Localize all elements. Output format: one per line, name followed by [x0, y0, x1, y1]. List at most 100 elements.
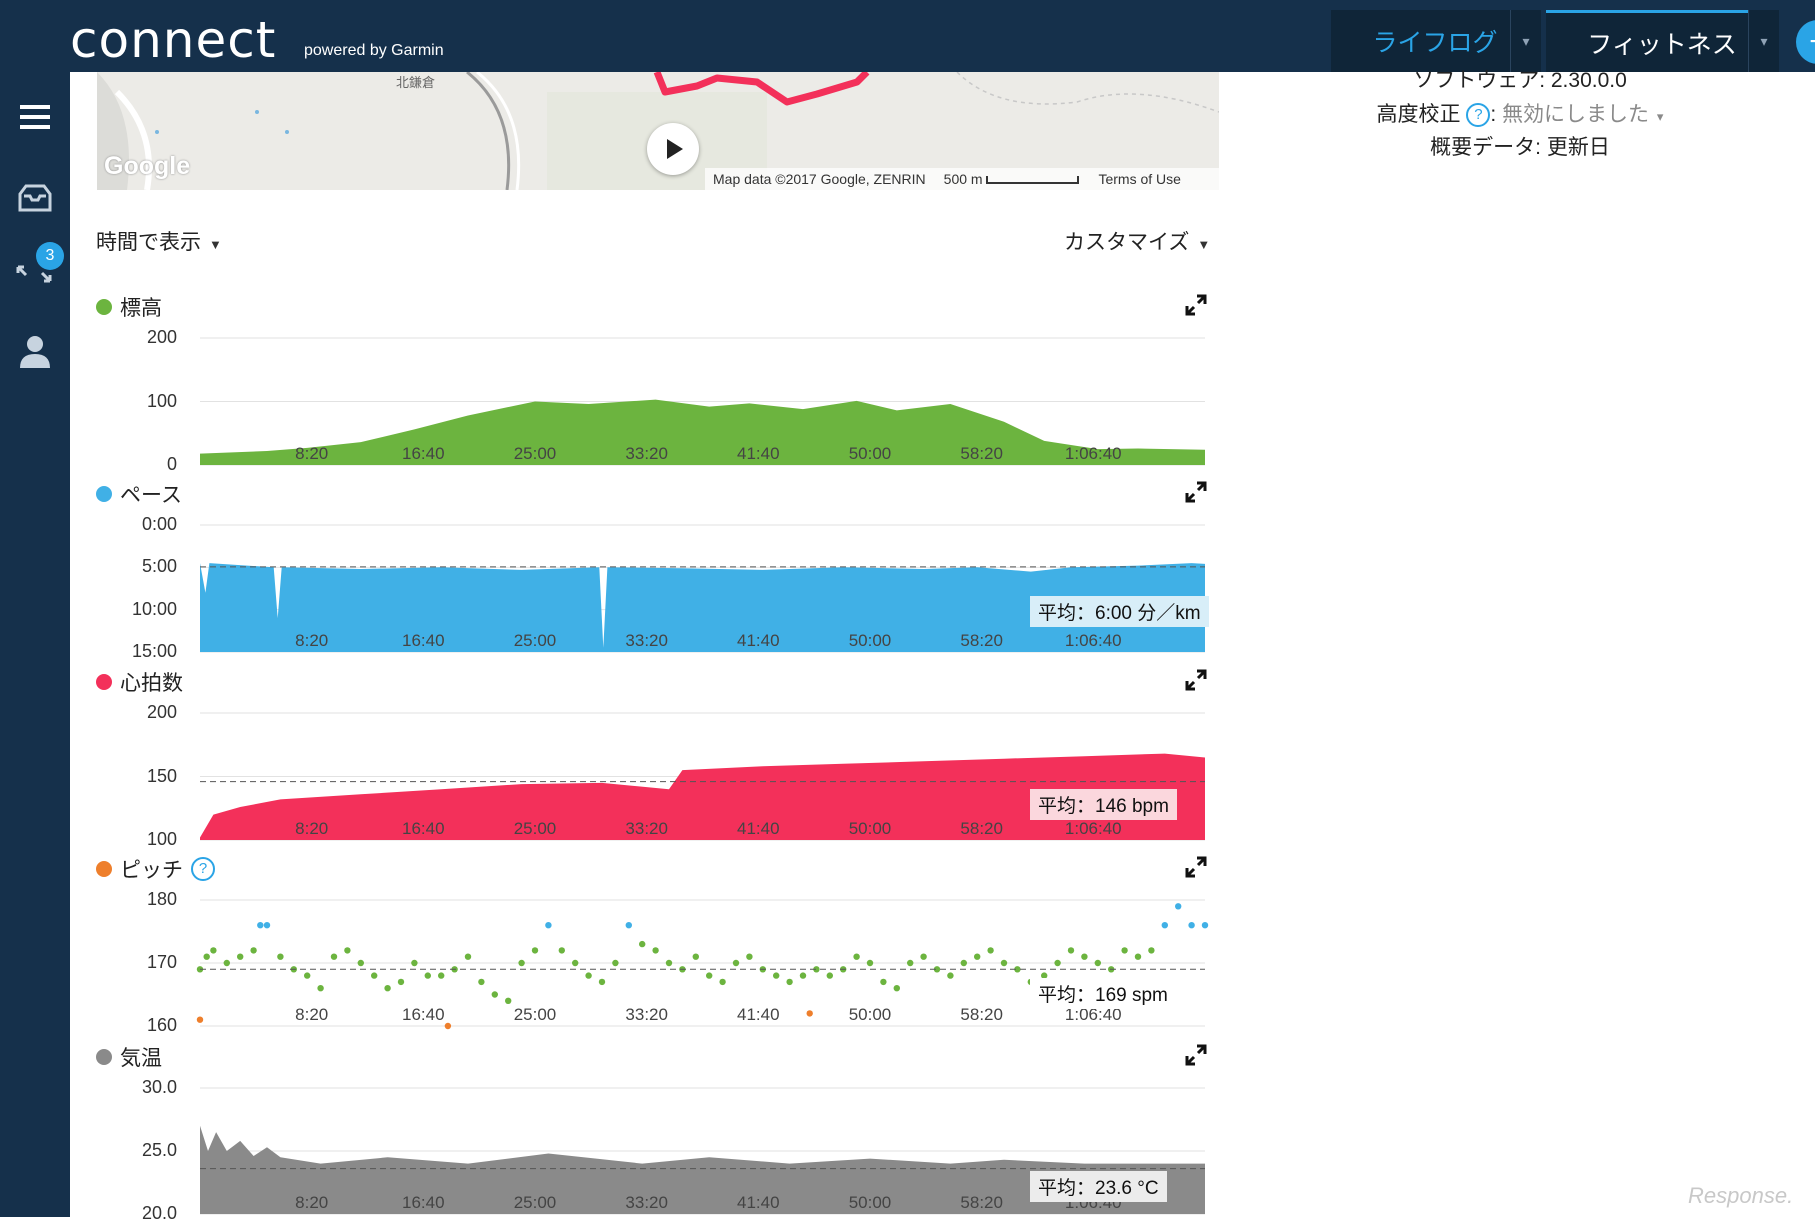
y-tick-label: 200	[146, 702, 177, 722]
chart-title-heart_rate: 心拍数	[96, 667, 183, 697]
legend-dot-heart_rate	[96, 674, 112, 690]
cadence-point	[1067, 947, 1075, 954]
y-tick-label: 5:00	[141, 556, 177, 577]
cadence-point	[813, 966, 820, 973]
cadence-point	[907, 959, 914, 967]
x-tick-label: 33:20	[625, 444, 668, 463]
map-attribution: Map data ©2017 Google, ZENRIN	[713, 171, 926, 187]
cadence-point	[317, 985, 324, 992]
tab-fitness-dropdown[interactable]: ▾	[1748, 10, 1779, 72]
x-tick-label: 25:00	[514, 444, 557, 463]
view-by-time-dropdown[interactable]: 時間で表示 ▼	[96, 226, 222, 256]
cadence-point	[1000, 959, 1008, 967]
menu-icon[interactable]	[14, 100, 56, 140]
average-label-temperature: 平均：23.6 °C	[1030, 1171, 1167, 1203]
chart-title-pace: ペース	[96, 479, 182, 509]
x-tick-label: 1:06:40	[1065, 444, 1122, 463]
tab-fitness-label: フィットネス	[1587, 30, 1737, 59]
customize-label: カスタマイズ	[1064, 231, 1190, 254]
expand-icon[interactable]	[1185, 669, 1207, 691]
inbox-icon[interactable]	[14, 180, 56, 220]
cadence-point	[545, 922, 552, 929]
help-icon[interactable]: ?	[1466, 103, 1491, 128]
chart-title-label: ピッチ	[120, 859, 183, 882]
cadence-point	[330, 953, 338, 960]
cadence-point	[263, 922, 271, 929]
connections-badge: 3	[36, 242, 64, 270]
help-icon[interactable]: ?	[191, 857, 215, 881]
chevron-down-icon: ▼	[1197, 237, 1211, 252]
cadence-point	[893, 985, 900, 992]
cadence-point	[612, 959, 619, 967]
tab-lifelog[interactable]: ライフログ	[1331, 10, 1539, 72]
x-tick-label: 8:20	[295, 631, 328, 650]
tab-fitness[interactable]: フィットネス	[1546, 10, 1778, 72]
cadence-point	[196, 966, 204, 973]
cadence-point	[464, 953, 472, 960]
x-tick-label: 58:20	[960, 819, 1003, 838]
legend-dot-temperature	[96, 1049, 112, 1065]
cadence-point	[478, 978, 485, 986]
x-tick-label: 50:00	[849, 1005, 892, 1024]
y-tick-label: 200	[146, 327, 177, 347]
x-tick-label: 8:20	[295, 1193, 328, 1212]
play-route-button[interactable]	[647, 123, 699, 175]
x-tick-label: 25:00	[514, 1005, 557, 1024]
profile-icon[interactable]	[14, 332, 56, 372]
elevation-calibration: 高度校正 ?: 無効にしました ▾	[1376, 103, 1664, 128]
chevron-down-icon: ▼	[209, 237, 222, 252]
calibration-value[interactable]: 無効にしました	[1502, 103, 1649, 126]
cadence-point	[866, 959, 874, 967]
map-terms-link[interactable]: Terms of Use	[1098, 171, 1180, 187]
cadence-point	[290, 966, 297, 973]
x-tick-label: 16:40	[402, 819, 445, 838]
cadence-point	[344, 947, 351, 954]
y-tick-label: 180	[146, 889, 177, 909]
x-tick-label: 50:00	[849, 631, 892, 650]
cadence-point	[1094, 959, 1102, 967]
x-tick-label: 33:20	[625, 1005, 668, 1024]
cadence-point	[692, 953, 699, 960]
cadence-point	[411, 959, 418, 967]
x-tick-label: 8:20	[295, 1005, 328, 1024]
cadence-point	[505, 997, 512, 1004]
cadence-point	[746, 953, 753, 960]
cadence-point	[1188, 922, 1195, 929]
x-tick-label: 25:00	[514, 819, 557, 838]
cadence-point	[920, 953, 927, 960]
expand-icon[interactable]	[1185, 294, 1207, 316]
cadence-point	[947, 972, 954, 979]
x-tick-label: 50:00	[849, 1193, 892, 1212]
x-tick-label: 33:20	[625, 1193, 668, 1212]
y-tick-label: 10:00	[131, 598, 177, 619]
chart-title-temperature: 気温	[96, 1042, 162, 1072]
x-tick-label: 41:40	[737, 1005, 780, 1024]
y-tick-label: 100	[146, 829, 177, 849]
customize-dropdown[interactable]: カスタマイズ ▼	[1064, 226, 1210, 256]
x-tick-label: 58:20	[960, 444, 1003, 463]
y-tick-label: 15:00	[131, 641, 177, 661]
logo-subtitle: powered by Garmin	[304, 42, 444, 59]
cadence-point	[732, 959, 740, 967]
x-tick-label: 41:40	[737, 1193, 780, 1212]
cadence-point	[679, 966, 686, 973]
calibration-dropdown-icon[interactable]: ▾	[1657, 109, 1664, 124]
expand-icon[interactable]	[1185, 481, 1207, 503]
cadence-point	[371, 972, 378, 979]
tab-lifelog-dropdown[interactable]: ▾	[1510, 10, 1541, 72]
cadence-point	[799, 972, 807, 979]
y-tick-label: 30.0	[141, 1077, 177, 1097]
cadence-point	[250, 947, 257, 954]
x-tick-label: 25:00	[514, 1193, 557, 1212]
x-tick-label: 33:20	[625, 819, 668, 838]
cadence-point	[1108, 966, 1115, 973]
cadence-point	[196, 1016, 204, 1023]
y-tick-label: 150	[146, 765, 177, 786]
calibration-label: 高度校正	[1376, 103, 1461, 126]
connect-logo[interactable]: connect	[70, 14, 276, 66]
x-tick-label: 16:40	[402, 444, 445, 463]
expand-icon[interactable]	[1185, 856, 1207, 878]
cadence-point	[1148, 947, 1155, 954]
expand-icon[interactable]	[1185, 1044, 1207, 1066]
cadence-point	[933, 966, 941, 973]
